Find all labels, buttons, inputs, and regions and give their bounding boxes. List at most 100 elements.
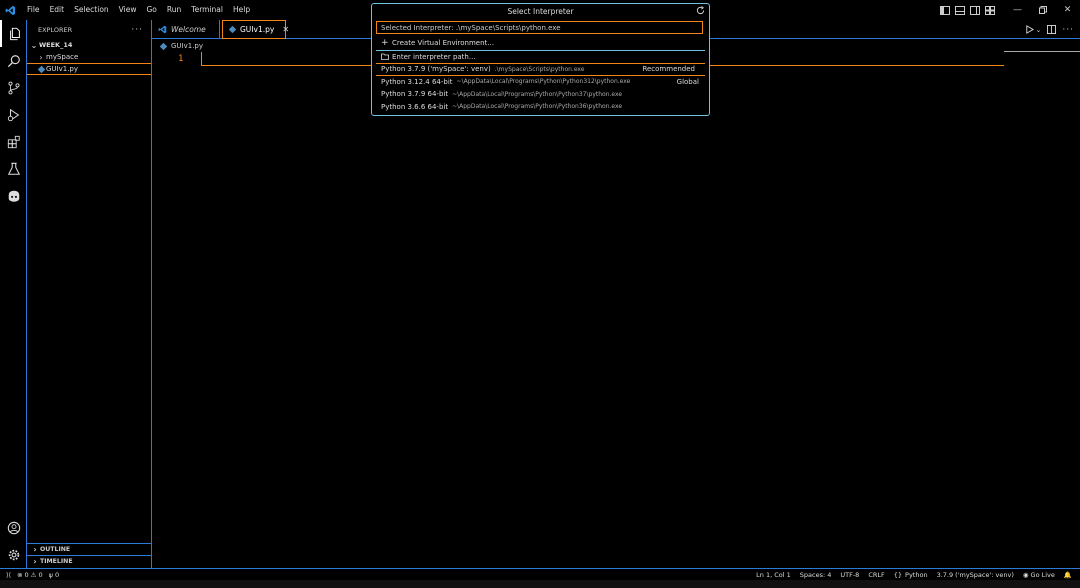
menu-bar: File Edit Selection View Go Run Terminal… [22, 0, 255, 20]
cursor-position[interactable]: Ln 1, Col 1 [756, 571, 791, 579]
settings-gear-icon[interactable] [0, 541, 27, 568]
vscode-logo-icon [0, 0, 20, 20]
tab-label: GUIv1.py [240, 25, 275, 34]
outline-label: OUTLINE [40, 546, 71, 553]
tree-item-file[interactable]: GUIv1.py [27, 63, 151, 75]
toggle-secondary-sidebar-icon[interactable] [967, 0, 982, 20]
outline-section[interactable]: › OUTLINE [27, 543, 152, 555]
chevron-down-icon[interactable]: ⌄ [1036, 26, 1042, 34]
overview-ruler [1004, 51, 1080, 52]
minimize-icon[interactable]: — [1005, 0, 1030, 20]
go-live-button[interactable]: ◉ Go Live [1023, 571, 1055, 579]
python-interpreter-status[interactable]: 3.7.9 ('mySpace': venv) [937, 571, 1014, 579]
select-interpreter-quickpick: Select Interpreter Selected Interpreter:… [371, 3, 710, 116]
global-badge: Global [676, 77, 699, 86]
ports-status[interactable]: ψ 0 [49, 571, 59, 579]
chevron-down-icon: ⌄ [30, 40, 38, 50]
more-actions-icon[interactable]: ··· [1062, 25, 1074, 35]
activity-bar [0, 20, 27, 568]
tab-label: Welcome [171, 25, 206, 34]
menu-terminal[interactable]: Terminal [186, 0, 228, 20]
title-controls: — ✕ [937, 0, 1080, 20]
search-icon[interactable] [0, 47, 27, 74]
menu-view[interactable]: View [114, 0, 142, 20]
explorer-title: EXPLORER [38, 25, 73, 34]
antenna-icon: ψ [48, 570, 53, 579]
menu-go[interactable]: Go [141, 0, 161, 20]
explorer-icon[interactable] [0, 20, 27, 47]
problems-status[interactable]: ⊗ 0 ⚠ 0 [17, 571, 43, 579]
remote-icon[interactable]: ⟩⟨ [6, 571, 11, 579]
editor-actions: ⌄ ··· [1025, 20, 1074, 39]
ports-count: 0 [54, 570, 60, 579]
interpreter-item[interactable]: Python 3.6.6 64-bit ~\AppData\Local\Prog… [372, 101, 709, 114]
interpreter-item-global[interactable]: Python 3.12.4 64-bit ~\AppData\Local\Pro… [372, 76, 709, 89]
encoding[interactable]: UTF-8 [840, 571, 859, 579]
python-file-icon [36, 65, 46, 73]
interpreter-label: Python 3.6.6 64-bit [381, 102, 449, 111]
create-venv-item[interactable]: + Create Virtual Environment... [372, 37, 709, 50]
menu-edit[interactable]: Edit [45, 0, 70, 20]
interpreter-item[interactable]: Python 3.7.9 64-bit ~\AppData\Local\Prog… [372, 88, 709, 101]
more-actions-icon[interactable]: ··· [131, 25, 143, 35]
close-window-icon[interactable]: ✕ [1055, 0, 1080, 20]
run-debug-icon[interactable] [0, 101, 27, 128]
folder-icon [381, 53, 391, 61]
tree-item-label: GUIv1.py [46, 65, 79, 73]
quickpick-list: + Create Virtual Environment... Enter in… [372, 37, 709, 113]
timeline-section[interactable]: › TIMELINE [27, 555, 152, 567]
workspace-folder-label: WEEK_14 [39, 41, 73, 49]
line-number: 1 [178, 54, 184, 64]
menu-help[interactable]: Help [228, 0, 255, 20]
warning-count: 0 [38, 570, 43, 579]
workspace-folder[interactable]: ⌄ WEEK_14 [27, 39, 151, 51]
status-bar: ⟩⟨ ⊗ 0 ⚠ 0 ψ 0 Ln 1, Col 1 Spaces: 4 UTF… [0, 568, 1080, 580]
language-mode[interactable]: {} Python [894, 571, 928, 579]
menu-selection[interactable]: Selection [69, 0, 114, 20]
tree-item-folder[interactable]: › mySpace [27, 51, 151, 63]
tab-guiv1[interactable]: GUIv1.py ✕ [222, 20, 289, 39]
source-control-icon[interactable] [0, 74, 27, 101]
chevron-right-icon: › [33, 557, 37, 566]
vscode-logo-icon [158, 25, 167, 34]
tree-item-label: mySpace [46, 53, 79, 61]
chevron-right-icon: › [33, 545, 37, 554]
testing-flask-icon[interactable] [0, 155, 27, 182]
item-label: Enter interpreter path... [392, 52, 476, 61]
enter-interpreter-path-item[interactable]: Enter interpreter path... [372, 51, 709, 64]
end-of-line[interactable]: CRLF [868, 571, 884, 579]
breadcrumb[interactable]: GUIv1.py [160, 40, 203, 52]
toggle-primary-sidebar-icon[interactable] [937, 0, 952, 20]
quickpick-title-bar: Select Interpreter [372, 4, 709, 19]
tab-welcome[interactable]: Welcome [152, 20, 220, 39]
braces-icon: {} [893, 571, 903, 579]
refresh-icon[interactable] [696, 6, 705, 17]
python-file-icon [229, 26, 236, 33]
interpreter-path: ~\AppData\Local\Programs\Python\Python36… [452, 103, 623, 111]
recommended-badge: Recommended [642, 65, 695, 74]
toggle-panel-icon[interactable] [952, 0, 967, 20]
close-tab-icon[interactable]: ✕ [282, 25, 289, 34]
menu-file[interactable]: File [22, 0, 45, 20]
menu-run[interactable]: Run [162, 0, 186, 20]
indentation[interactable]: Spaces: 4 [800, 571, 832, 579]
notifications-bell-icon[interactable]: 🔔 [1064, 571, 1072, 579]
explorer-header: EXPLORER ··· [27, 20, 151, 39]
timeline-label: TIMELINE [40, 558, 73, 565]
chevron-right-icon: › [39, 52, 43, 62]
extensions-icon[interactable] [0, 128, 27, 155]
interpreter-item-recommended[interactable]: Python 3.7.9 ('mySpace': venv) .\mySpace… [376, 63, 705, 76]
customize-layout-icon[interactable] [982, 0, 997, 20]
accounts-icon[interactable] [0, 514, 27, 541]
split-editor-icon[interactable] [1047, 25, 1057, 34]
restore-icon[interactable] [1030, 0, 1055, 20]
broadcast-icon: ◉ [1022, 571, 1029, 579]
warning-icon: ⚠ [30, 570, 37, 579]
run-python-file-icon[interactable] [1025, 25, 1034, 34]
language-label: Python [905, 571, 928, 579]
interpreter-path: ~\AppData\Local\Programs\Python\Python37… [452, 90, 623, 98]
interpreter-search-input[interactable]: Selected Interpreter: .\mySpace\Scripts\… [376, 21, 703, 34]
item-label: Create Virtual Environment... [392, 39, 494, 48]
error-count: 0 [24, 570, 29, 579]
copilot-icon[interactable] [0, 182, 27, 209]
